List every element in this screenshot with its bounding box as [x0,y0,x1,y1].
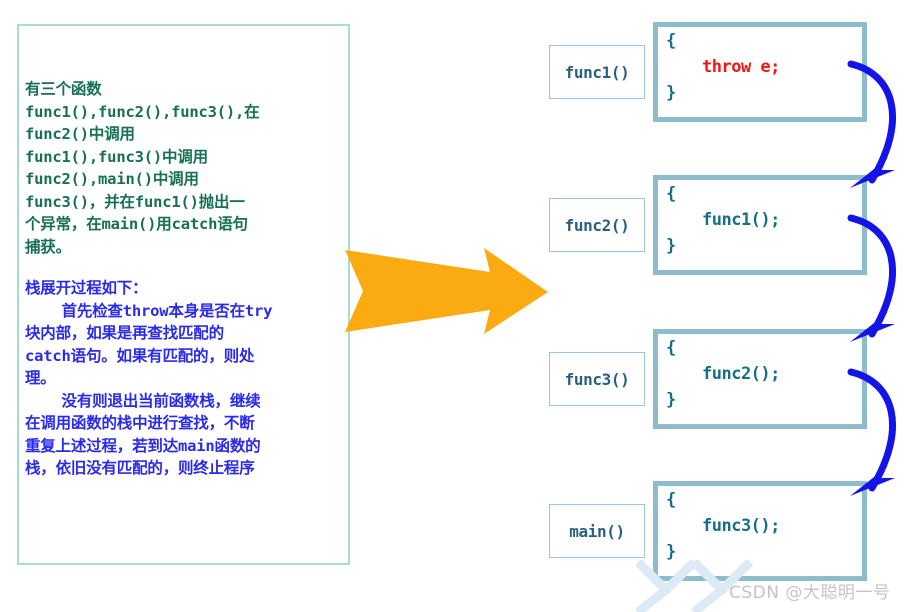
unwind-arrow-icon-3 [846,366,919,518]
code-brace-open: { [666,184,676,204]
code-brace-open: { [666,31,676,51]
code-brace-close: } [666,83,676,103]
frame-code-box-func3: { func2(); } [653,329,867,429]
code-statement-call: func2(); [702,364,780,384]
code-brace-close: } [666,542,676,562]
stack-frame-func2: func2() { func1(); } [549,175,867,275]
code-statement-call: func3(); [702,516,780,536]
frame-code-box-func1: { throw e; } [653,22,867,122]
code-statement-throw: throw e; [702,57,780,77]
frame-label-text: func1() [564,62,630,82]
code-brace-close: } [666,390,676,410]
unwind-arrow-icon-1 [846,58,919,210]
stack-frame-func3: func3() { func2(); } [549,329,867,429]
description-paragraph-unwind: 栈展开过程如下： 首先检查throw本身是否在try 块内部，如果是再查找匹配的… [25,279,273,477]
stack-frame-func1: func1() { throw e; } [549,22,867,122]
code-brace-close: } [666,236,676,256]
orange-right-arrow-icon [345,248,548,334]
frame-label-box-func2: func2() [549,198,645,252]
code-brace-open: { [666,490,676,510]
frame-label-text: func2() [564,215,630,235]
diagram-canvas: 有三个函数 func1(),func2(),func3(),在 func2()中… [0,0,919,612]
frame-label-text: func3() [564,369,630,389]
code-statement-call: func1(); [702,210,780,230]
description-text-block: 有三个函数 func1(),func2(),func3(),在 func2()中… [25,78,347,480]
unwind-arrow-icon-2 [846,212,919,364]
frame-label-box-main: main() [549,504,645,558]
code-brace-open: { [666,338,676,358]
frame-label-box-func1: func1() [549,45,645,99]
description-panel: 有三个函数 func1(),func2(),func3(),在 func2()中… [17,24,350,565]
frame-label-text: main() [569,521,625,541]
csdn-watermark: CSDN @大聪明一号 [729,583,891,603]
description-paragraph-intro: 有三个函数 func1(),func2(),func3(),在 func2()中… [25,80,260,256]
frame-label-box-func3: func3() [549,352,645,406]
frame-code-box-func2: { func1(); } [653,175,867,275]
